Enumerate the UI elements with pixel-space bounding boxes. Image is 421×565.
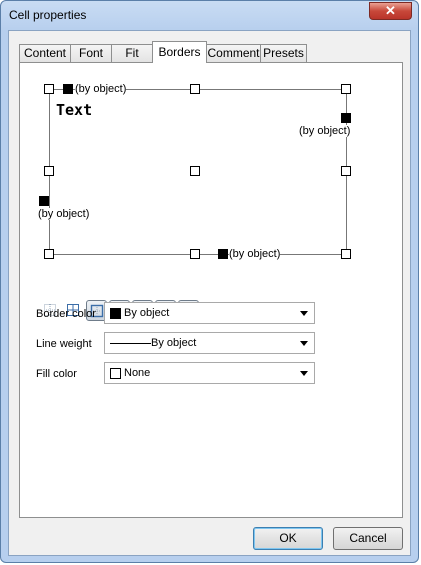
left-border-swatch[interactable] (39, 196, 49, 206)
borders-panel: (by object) (by object) (by object) (by … (19, 62, 403, 518)
window-title: Cell properties (9, 8, 87, 22)
tab-presets[interactable]: Presets (260, 44, 307, 62)
tab-label: Fit (125, 46, 139, 60)
tab-label: Content (23, 46, 67, 60)
handle-top-right[interactable] (341, 84, 351, 94)
tab-fit[interactable]: Fit (111, 44, 153, 62)
border-color-select[interactable]: By object (104, 302, 315, 324)
border-color-label: Border color (36, 308, 96, 320)
border-color-value: By object (124, 307, 170, 319)
handle-top-left[interactable] (44, 84, 54, 94)
line-weight-select[interactable]: By object (104, 332, 315, 354)
tab-label: Font (78, 46, 103, 60)
fill-color-value: None (124, 367, 151, 379)
top-border-swatch[interactable] (63, 84, 73, 94)
handle-bottom-center[interactable] (190, 249, 200, 259)
tab-comment[interactable]: Comment (206, 44, 261, 62)
right-border-swatch[interactable] (341, 113, 351, 123)
handle-top-center[interactable] (190, 84, 200, 94)
tab-font[interactable]: Font (70, 44, 112, 62)
sample-text: Text (56, 101, 93, 119)
chevron-down-icon (300, 311, 308, 316)
handle-middle-right[interactable] (341, 166, 351, 176)
fill-color-swatch (110, 368, 121, 379)
fill-color-select[interactable]: None (104, 362, 315, 384)
ok-button[interactable]: OK (253, 527, 323, 550)
handle-bottom-left[interactable] (44, 249, 54, 259)
chevron-down-icon (300, 341, 308, 346)
handle-bottom-right[interactable] (341, 249, 351, 259)
ok-label: OK (279, 531, 297, 545)
tab-label: Borders (158, 45, 201, 59)
close-icon: ✕ (385, 3, 396, 18)
tab-label: Presets (263, 46, 304, 60)
fill-color-label: Fill color (36, 368, 77, 380)
cancel-label: Cancel (349, 531, 387, 545)
left-border-label: (by object) (38, 208, 90, 220)
handle-middle-left[interactable] (44, 166, 54, 176)
line-sample-icon (110, 343, 151, 344)
border-color-swatch (110, 308, 121, 319)
close-button[interactable]: ✕ (369, 2, 412, 20)
title-bar[interactable]: Cell properties ✕ (1, 1, 418, 29)
tab-content[interactable]: Content (19, 44, 71, 62)
line-weight-label: Line weight (36, 338, 92, 350)
tab-label: Comment (207, 46, 260, 60)
handle-center[interactable] (190, 166, 200, 176)
line-weight-value: By object (151, 337, 197, 349)
bottom-border-label: (by object) (229, 248, 281, 260)
right-border-label: (by object) (299, 125, 351, 137)
chevron-down-icon (300, 371, 308, 376)
tab-borders[interactable]: Borders (152, 41, 207, 63)
top-border-label: (by object) (75, 83, 127, 95)
bottom-border-swatch[interactable] (218, 249, 228, 259)
cancel-button[interactable]: Cancel (333, 527, 403, 550)
dialog-client-area: Content Font Fit Borders Comment Presets (8, 30, 411, 556)
cell-properties-dialog: Cell properties ✕ Content Font Fit Borde… (0, 0, 419, 563)
